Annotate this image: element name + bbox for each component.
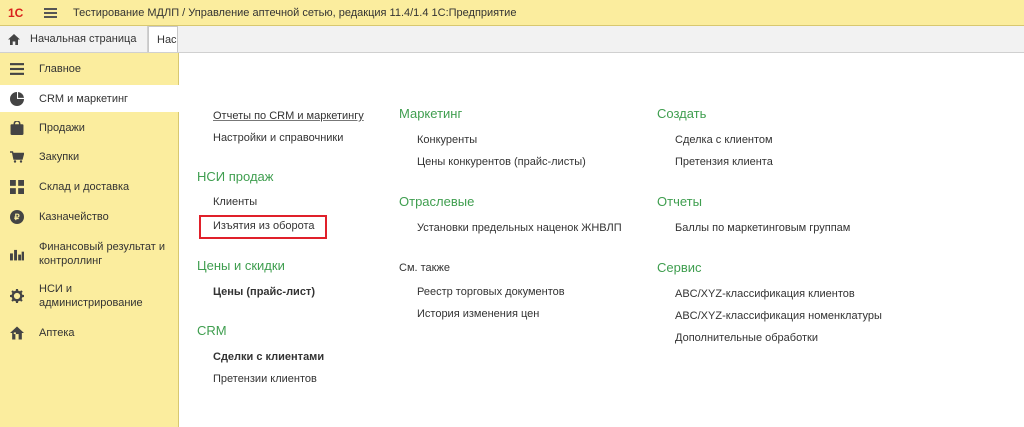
link-price-history[interactable]: История изменения цен — [417, 308, 539, 320]
link-client-deals[interactable]: Сделки с клиентами — [213, 351, 324, 363]
section-panel: Отчеты по CRM и маркетингу Настройки и с… — [180, 53, 1024, 427]
sidebar-item-treasury[interactable]: ₽ Казначейство — [0, 207, 179, 227]
group-title-crm[interactable]: CRM — [197, 323, 227, 338]
link-competitor-prices[interactable]: Цены конкурентов (прайс-листы) — [417, 156, 586, 168]
link-markup-settings[interactable]: Установки предельных наценок ЖНВЛП — [417, 222, 622, 234]
link-competitors[interactable]: Конкуренты — [417, 134, 477, 146]
link-withdrawals[interactable]: Изъятия из оборота — [213, 220, 315, 232]
group-title-prices-discounts[interactable]: Цены и скидки — [197, 258, 285, 273]
group-title-create[interactable]: Создать — [657, 106, 706, 121]
link-abc-nomenclature[interactable]: ABC/XYZ-классификация номенклатуры — [675, 310, 882, 322]
group-title-industry[interactable]: Отраслевые — [399, 194, 474, 209]
sidebar-item-purchases[interactable]: Закупки — [0, 147, 179, 167]
gear-icon — [10, 289, 24, 303]
sidebar-item-crm[interactable]: CRM и маркетинг — [0, 85, 179, 112]
sidebar-item-financial-result[interactable]: Финансовый результат и контроллинг — [0, 237, 179, 271]
sidebar-item-label: Продажи — [39, 122, 85, 134]
sidebar-item-label: CRM и маркетинг — [39, 92, 129, 105]
svg-text:₽: ₽ — [14, 212, 20, 222]
link-price-list[interactable]: Цены (прайс-лист) — [213, 286, 315, 298]
title-bar: 1С Тестирование МДЛП / Управление аптечн… — [0, 0, 1024, 26]
grid-icon — [10, 180, 24, 194]
group-title-marketing[interactable]: Маркетинг — [399, 106, 462, 121]
link-marketing-points[interactable]: Баллы по маркетинговым группам — [675, 222, 850, 234]
bar-chart-icon — [10, 249, 24, 261]
pie-chart-icon — [10, 91, 24, 106]
link-additional-processing[interactable]: Дополнительные обработки — [675, 332, 818, 344]
sidebar-item-label: Финансовый результат и контроллинг — [39, 241, 165, 267]
link-abc-clients[interactable]: ABC/XYZ-классификация клиентов — [675, 288, 855, 300]
bag-icon — [10, 121, 24, 135]
link-trade-docs-register[interactable]: Реестр торговых документов — [417, 286, 565, 298]
sidebar-item-label: Склад и доставка — [39, 181, 130, 193]
sidebar-item-pharmacy[interactable]: Аптека — [0, 323, 179, 343]
sidebar-item-label: Казначейство — [39, 211, 109, 223]
window-title: Тестирование МДЛП / Управление аптечной … — [73, 6, 517, 19]
sidebar-item-main[interactable]: Главное — [0, 59, 179, 79]
link-new-claim[interactable]: Претензия клиента — [675, 156, 773, 168]
link-crm-reports[interactable]: Отчеты по CRM и маркетингу — [213, 110, 364, 122]
sidebar-item-label: Аптека — [39, 327, 75, 339]
link-clients[interactable]: Клиенты — [213, 196, 257, 208]
app-logo-1c-icon: 1С — [8, 5, 24, 20]
tab-bar: Начальная страница Нас — [0, 26, 1024, 53]
list-icon — [10, 63, 24, 75]
home-icon — [8, 33, 20, 45]
group-title-sales-nsi[interactable]: НСИ продаж — [197, 169, 273, 184]
group-title-service[interactable]: Сервис — [657, 260, 702, 275]
tab-home-label: Начальная страница — [30, 33, 137, 45]
see-also-heading: См. также — [399, 262, 450, 274]
main-menu-icon[interactable] — [44, 7, 57, 18]
sidebar-item-label: Главное — [39, 63, 82, 75]
cart-icon — [10, 151, 24, 163]
group-title-reports[interactable]: Отчеты — [657, 194, 702, 209]
sidebar-item-label: Закупки — [39, 151, 80, 163]
tab-home[interactable]: Начальная страница — [0, 26, 148, 52]
sidebar-item-admin[interactable]: НСИ и администрирование — [0, 279, 179, 313]
sidebar-item-warehouse[interactable]: Склад и доставка — [0, 177, 179, 197]
link-client-claims[interactable]: Претензии клиентов — [213, 373, 317, 385]
house-icon — [10, 326, 24, 340]
sidebar: Главное CRM и маркетинг Продажи Закупки … — [0, 53, 179, 427]
coin-icon: ₽ — [10, 210, 24, 224]
tab-current[interactable]: Нас — [148, 26, 178, 52]
sidebar-item-label: НСИ и администрирование — [39, 283, 143, 309]
link-settings-catalogs[interactable]: Настройки и справочники — [213, 132, 343, 144]
sidebar-item-sales[interactable]: Продажи — [0, 118, 179, 138]
link-new-deal[interactable]: Сделка с клиентом — [675, 134, 773, 146]
